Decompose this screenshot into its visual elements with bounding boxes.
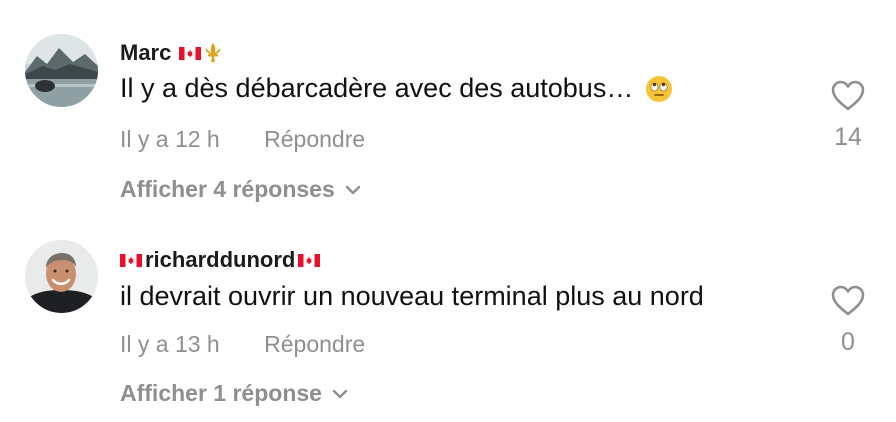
like-count: 14: [834, 123, 862, 151]
comment-text: Il y a dès débarcadère avec des autobus…: [120, 73, 673, 104]
comment-text: il devrait ouvrir un nouveau terminal pl…: [120, 281, 704, 312]
view-replies-label: Afficher 4 réponses: [120, 176, 335, 202]
reply-button[interactable]: Répondre: [264, 331, 365, 357]
canada-flag-icon: [298, 253, 321, 267]
mountain-lake-avatar-icon: [25, 34, 98, 107]
view-replies-button[interactable]: Afficher 4 réponses: [120, 176, 361, 203]
person-photo-avatar-icon: [25, 240, 98, 313]
avatar[interactable]: [25, 34, 98, 107]
chevron-down-icon: [332, 389, 348, 398]
timestamp: Il y a 13 h: [120, 331, 220, 357]
view-replies-label: Afficher 1 réponse: [120, 380, 322, 406]
avatar[interactable]: [25, 240, 98, 313]
comment-item: richarddunord il devrait ouvrir un nouve…: [0, 215, 896, 422]
canada-flag-icon: [120, 253, 142, 267]
chevron-down-icon: [345, 185, 360, 194]
comment-meta: Il y a 13 h Répondre: [120, 331, 365, 358]
like-button[interactable]: 0: [828, 285, 868, 357]
username[interactable]: Marc: [120, 40, 224, 66]
comment-text-content: il devrait ouvrir un nouveau terminal pl…: [120, 281, 704, 311]
timestamp: Il y a 12 h: [120, 126, 220, 152]
username-text[interactable]: Marc: [120, 40, 171, 66]
like-button[interactable]: 14: [828, 80, 868, 152]
canada-flag-icon: [179, 46, 202, 60]
fleur-de-lis-icon: [206, 43, 221, 62]
username[interactable]: richarddunord: [120, 247, 321, 273]
comment-item: Marc Il y a dès débarcadère avec des aut…: [0, 0, 896, 215]
heart-icon[interactable]: [830, 80, 866, 112]
username-text[interactable]: richarddunord: [145, 247, 295, 273]
comment-text-content: Il y a dès débarcadère avec des autobus…: [120, 73, 634, 103]
like-count: 0: [841, 328, 855, 356]
reply-button[interactable]: Répondre: [264, 126, 365, 152]
view-replies-button[interactable]: Afficher 1 réponse: [120, 380, 348, 407]
eye-roll-emoji-icon: [646, 75, 673, 102]
heart-icon[interactable]: [830, 285, 866, 317]
comment-meta: Il y a 12 h Répondre: [120, 126, 365, 153]
